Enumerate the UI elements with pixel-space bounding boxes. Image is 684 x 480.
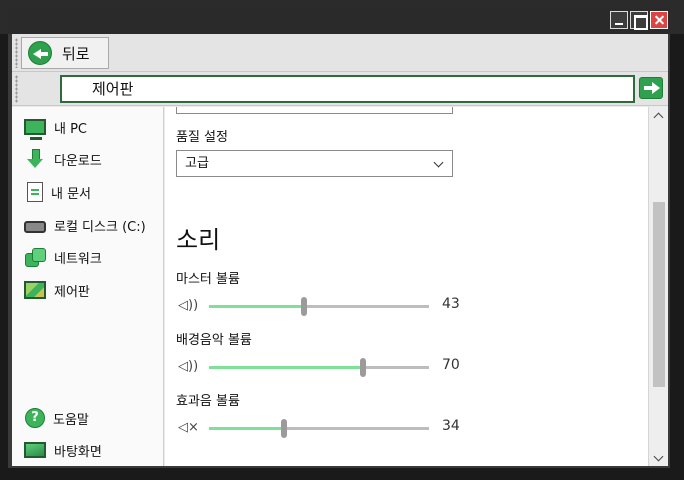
sidebar-item-label: 제어판: [54, 284, 90, 300]
sidebar-item-help[interactable]: ? 도움말: [24, 406, 89, 430]
sidebar-item-control-panel[interactable]: 제어판: [24, 278, 90, 302]
bgm-volume-label: 배경음악 볼륨: [176, 333, 252, 348]
scroll-down-icon[interactable]: [653, 451, 664, 462]
sidebar-item-label: 도움말: [53, 412, 89, 428]
bgm-volume-value: 70: [442, 357, 460, 373]
sfx-volume-slider[interactable]: [209, 419, 429, 438]
slider-fill: [209, 427, 284, 430]
minimize-button[interactable]: [610, 11, 628, 29]
network-icon: [24, 247, 46, 267]
back-button[interactable]: 뒤로: [21, 37, 109, 69]
back-arrow-icon: [28, 41, 52, 65]
sidebar-item-my-pc[interactable]: 내 PC: [24, 115, 88, 140]
sfx-volume-value: 34: [442, 418, 460, 434]
speaker-muted-icon[interactable]: ◁×: [178, 420, 200, 436]
sidebar-item-downloads[interactable]: 다운로드: [24, 147, 102, 171]
vertical-scrollbar[interactable]: [648, 107, 668, 466]
download-icon: [24, 149, 46, 169]
sidebar-item-label: 다운로드: [54, 153, 102, 169]
sidebar-item-label: 내 문서: [51, 186, 92, 202]
desktop-icon: [24, 442, 46, 458]
chevron-down-icon: [433, 157, 444, 168]
speaker-icon[interactable]: ◁)): [178, 298, 200, 314]
sidebar-item-network[interactable]: 네트워크: [24, 245, 102, 269]
toolbar: 뒤로: [12, 34, 668, 72]
scroll-up-icon[interactable]: [653, 112, 664, 123]
speaker-icon[interactable]: ◁)): [178, 359, 200, 375]
sound-section-title: 소리: [176, 226, 221, 254]
sidebar-item-local-disk[interactable]: 로컬 디스크 (C:): [24, 213, 146, 237]
go-arrow-icon[interactable]: [639, 77, 663, 99]
slider-thumb[interactable]: [280, 419, 287, 438]
sidebar-item-label: 바탕화면: [54, 444, 102, 460]
sidebar-item-label: 내 PC: [54, 121, 88, 137]
document-icon: [27, 182, 43, 202]
slider-thumb[interactable]: [300, 297, 307, 316]
sidebar-item-desktop[interactable]: 바탕화면: [24, 438, 102, 462]
scrollbar-thumb[interactable]: [653, 202, 665, 387]
maximize-button[interactable]: [630, 11, 648, 30]
master-volume-slider[interactable]: [209, 297, 429, 316]
control-panel-icon: [24, 281, 46, 299]
sidebar-item-documents[interactable]: 내 문서: [24, 180, 91, 204]
address-bar: 제어판: [12, 72, 668, 106]
back-button-label: 뒤로: [62, 44, 90, 63]
master-volume-label: 마스터 볼륨: [176, 272, 240, 287]
help-icon: ?: [25, 408, 45, 428]
address-input[interactable]: 제어판: [60, 75, 635, 103]
bgm-volume-slider[interactable]: [209, 358, 429, 377]
title-strip[interactable]: [8, 8, 670, 34]
quality-select-value: 고급: [185, 156, 209, 171]
partial-select-above[interactable]: [176, 107, 453, 114]
sfx-volume-label: 효과음 볼륨: [176, 394, 240, 409]
toolbar-grip[interactable]: [15, 38, 18, 68]
address-grip[interactable]: [15, 75, 18, 103]
settings-panel: 품질 설정 고급 소리 마스터 볼륨 ◁)) 43 배경음악 볼륨 ◁)) 70…: [165, 107, 648, 466]
computer-icon: [24, 119, 46, 140]
sidebar: 내 PC 다운로드 내 문서 로컬 디스크 (C:) 네트워크 제어판 ? 도움…: [12, 107, 164, 466]
slider-thumb[interactable]: [360, 358, 366, 377]
quality-label: 품질 설정: [176, 130, 228, 145]
close-button[interactable]: [650, 11, 668, 29]
window-client: 뒤로 제어판 내 PC 다운로드 내 문서 로컬 디스크 (C:) 네트워크 제…: [12, 34, 668, 466]
quality-select[interactable]: 고급: [176, 150, 453, 177]
window-controls: [610, 11, 668, 30]
master-volume-value: 43: [442, 296, 460, 312]
sidebar-item-label: 네트워크: [54, 251, 102, 267]
disk-icon: [24, 221, 46, 233]
slider-fill: [209, 366, 363, 369]
sidebar-item-label: 로컬 디스크 (C:): [54, 219, 146, 235]
slider-fill: [209, 305, 304, 308]
